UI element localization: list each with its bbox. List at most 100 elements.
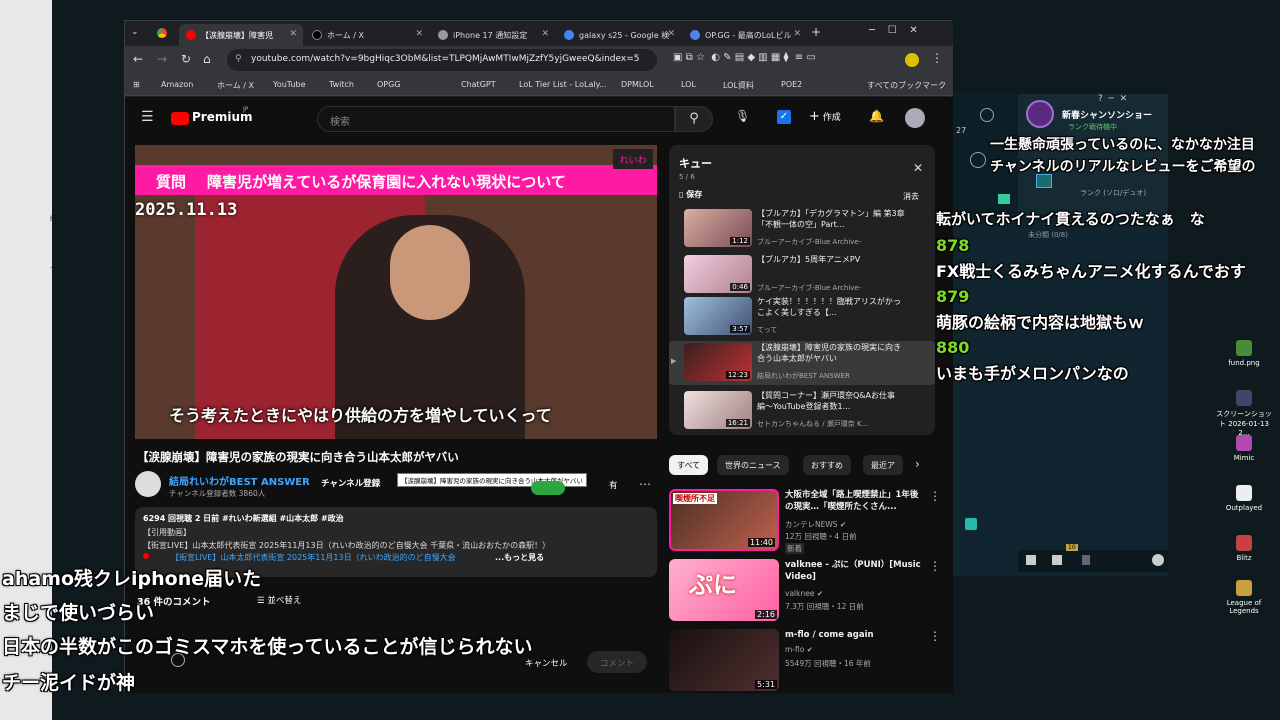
reload-icon[interactable]: ↻ [181,52,191,66]
bookmark-opgg[interactable]: OPGG [377,80,401,89]
save-queue-button[interactable]: ▯ 保存 [679,189,702,200]
list-icon[interactable] [1052,555,1062,565]
bookmark-all[interactable]: すべてのブックマーク [867,80,946,91]
video-player[interactable]: 質問 障害児が増えているが保育園に入れない現状について れいわ 2025.11.… [135,145,657,439]
queue-item[interactable]: 0:46 【ブルアカ】5周年アニメPV ブルーアーカイブ-Blue Archiv… [675,253,931,297]
tab-close-icon[interactable]: ✕ [793,29,801,39]
comment-text: 萌豚の絵柄で内容は地獄もｗ [936,313,1145,332]
bookmark-twitch[interactable]: Twitch [329,80,354,89]
desktop-icon-mimic[interactable]: Mimic [1214,435,1274,462]
tab-opgg[interactable]: OP.GG - 最高のLoLビル ✕ [683,24,807,46]
bookmark-x[interactable]: ホーム / X [217,80,254,91]
profile-avatar[interactable] [905,53,919,67]
mic-icon[interactable] [1082,555,1090,565]
apps-icon[interactable]: ⊞ [133,80,140,89]
widget-controls[interactable]: ? ─ ✕ [1098,94,1127,104]
bookmark-folder-lol-docs[interactable]: LOL資料 [723,80,754,91]
description-link[interactable]: 【街宣LIVE】山本太郎代表街宣 2025年11月13日（れいわ政治的のど自慢大… [171,552,456,563]
channel-name[interactable]: 結局れいわがBEST ANSWER [169,473,310,488]
account-avatar[interactable] [905,108,925,128]
extension-icons[interactable]: ▣ ⧉ ☆ ◐ ✎ ▤ ◆ ▥ ▦ ⧫ ≡ ▭ [673,52,816,63]
share-button[interactable]: 有 [609,479,618,491]
desktop-icon-label: Outplayed [1225,504,1263,512]
youtube-logo-icon[interactable] [171,112,189,125]
duration-badge: 5:31 [755,680,777,689]
tab-youtube[interactable]: 【涙腺崩壊】障害児 ✕ [179,24,303,46]
desktop-icon-lol[interactable]: League of Legends [1214,580,1274,615]
tab-close-icon[interactable]: ✕ [289,29,297,39]
close-queue-icon[interactable]: ✕ [913,161,923,175]
bookmark-lolalytics[interactable]: LoL Tier List - LoLaly... [519,80,607,89]
settings-icon[interactable] [1152,554,1164,566]
back-icon[interactable]: ← [133,52,143,66]
tab-close-icon[interactable]: ✕ [415,29,423,39]
queue-item-channel: ブルーアーカイブ-Blue Archive- [757,284,862,292]
x-favicon-icon [312,30,322,40]
subscribe-button[interactable]: チャンネル登録 [321,477,380,489]
rec-thumbnail: 喫煙所不足 11:40 [669,489,779,551]
bookmark-chatgpt[interactable]: ChatGPT [461,80,496,89]
clear-queue-button[interactable]: 消去 [903,191,919,202]
checkbox-icon[interactable]: ✓ [777,110,791,124]
window-controls[interactable]: ─ ☐ ✕ [869,25,918,36]
target-icon[interactable] [980,108,994,122]
chip-world-news[interactable]: 世界のニュース [717,455,789,475]
create-button[interactable]: + 作成 [809,109,841,124]
bookmark-dpmlol[interactable]: DPMLOL [621,80,654,89]
tab-close-icon[interactable]: ✕ [667,29,675,39]
queue-item-channel: ブルーアーカイブ-Blue Archive- [757,238,862,246]
tab-close-icon[interactable]: ✕ [541,29,549,39]
rec-menu-icon[interactable]: ⋮ [929,629,941,643]
bookmark-folder-poe2[interactable]: POE2 [781,80,802,89]
menu-icon[interactable]: ⋮ [931,51,943,65]
profile-icon[interactable] [1026,100,1054,128]
chevron-right-icon[interactable]: › [915,457,920,471]
comment-submit-button[interactable]: コメント [587,651,647,673]
new-tab-icon[interactable]: + [811,25,821,39]
sort-button[interactable]: ☰ 並べ替え [257,594,301,606]
bookmark-youtube[interactable]: YouTube [273,80,306,89]
rec-menu-icon[interactable]: ⋮ [929,559,941,573]
more-actions-icon[interactable]: ⋯ [639,477,651,491]
chip-recent[interactable]: 最近ア [863,455,903,475]
desktop-icon-outplayed[interactable]: Outplayed [1214,485,1274,512]
bookmark-amazon[interactable]: Amazon [161,80,193,89]
chat-icon[interactable] [1026,555,1036,565]
queue-item[interactable]: 1:12 【ブルアカ】「デカグラマトン」編 第3章「不観一体の空」Part...… [675,207,931,251]
tab-x[interactable]: ホーム / X ✕ [305,24,429,46]
home-icon[interactable]: ⌂ [203,52,211,66]
desktop-icon-fund[interactable]: fund.png [1214,340,1274,367]
tab-google[interactable]: galaxy s25 - Google 検 ✕ [557,24,681,46]
bookmark-folder-lol[interactable]: LOL [681,80,696,89]
url-bar[interactable]: ⚲ youtube.com/watch?v=9bgHiqc3ObM&list=T… [227,49,657,71]
friends-icon[interactable] [970,152,986,168]
queue-item[interactable]: 3:57 ケイ実装！！！！！！臨戦アリスがかっこよく美しすぎる【... てって [675,295,931,339]
rec-menu-icon[interactable]: ⋮ [929,489,941,503]
chip-all[interactable]: すべて [669,455,709,475]
channel-avatar[interactable] [135,471,161,497]
chrome-icon[interactable] [157,28,167,38]
show-more-button[interactable]: ...もっと見る [495,552,544,563]
queue-item-current[interactable]: ▶ 12:23 【涙腺崩壊】障害児の家族の現実に向き合う山本太郎がヤバい 結局れ… [669,341,935,385]
hamburger-menu-icon[interactable]: ☰ [141,109,154,125]
forward-icon[interactable]: → [157,52,167,66]
rec-meta: 12万 回視聴・4 日前 [785,532,857,541]
recommendation-item[interactable]: 喫煙所不足 11:40 大阪市全域「路上喫煙禁止」1年後の現実…「喫煙所たくさん… [669,489,941,554]
desktop-icon-screenshot[interactable]: スクリーンショット 2026-01-13 2... [1214,390,1274,437]
site-info-icon[interactable]: ⚲ [235,54,242,64]
queue-item[interactable]: 16:21 【質問コーナー】瀬戸環奈Q&Aお仕事編〜YouTube登録者数1..… [675,389,931,433]
queue-thumbnail: 3:57 [684,297,752,335]
tab-list-icon[interactable]: ⌄ [131,27,139,37]
recommendation-item[interactable]: 5:31 m-flo / come again m-flo ✔ 5549万 回視… [669,629,941,693]
notification-bell-icon[interactable]: 🔔 [869,109,884,123]
desktop-icon-blitz[interactable]: Blitz [1214,535,1274,562]
search-icon[interactable]: ⚲ [675,106,713,132]
notification-count: 10 [1066,544,1078,551]
tab-iphone[interactable]: iPhone 17 通知設定 ✕ [431,24,555,46]
recommendation-item[interactable]: ぷに 2:16 valknee - ぷに（PUNI）[Music Video] … [669,559,941,623]
comment-number: 878 [936,236,970,255]
mic-icon[interactable]: 🎙 [735,109,750,123]
search-input[interactable]: 検索 [317,106,675,132]
join-button[interactable] [531,481,565,495]
chip-recommended[interactable]: おすすめ [803,455,851,475]
